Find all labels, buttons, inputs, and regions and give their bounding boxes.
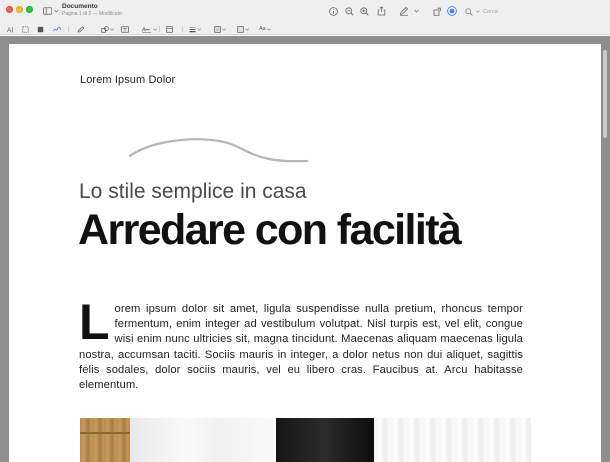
fill-color-icon [237,25,244,33]
border-style-icon [189,26,196,32]
zoom-in-button[interactable] [358,5,370,17]
document-title: Documento [62,3,98,10]
markup-toolbar: A Aa [0,23,610,35]
border-color-icon [214,25,221,33]
markup-toolbar-toggle[interactable] [446,5,458,17]
document-status: Pagina 1 di 2 — Modificato [62,11,122,17]
text-cursor-icon: A [7,26,13,33]
scribble-annotation[interactable] [127,134,309,166]
markup-circle-icon [447,6,457,16]
sidebar-toggle-button[interactable] [43,5,59,16]
chevron-down-icon [222,27,226,31]
zoom-out-button[interactable] [343,5,355,17]
body-paragraph: L orem ipsum dolor sit amet, ligula susp… [79,294,523,393]
document-headline: Arredare con facilità [78,206,462,254]
drop-cap: L [79,294,110,350]
toolbar-separator [68,26,69,32]
signature-tool[interactable] [142,25,157,33]
zoom-in-icon [359,6,369,16]
preview-window: Documento Pagina 1 di 2 — Modificato Cer… [0,0,610,462]
rectangle-select-icon [22,25,29,33]
sketch-tool[interactable] [53,25,61,33]
draw-tool[interactable] [77,25,85,33]
photo-wood-panel [80,418,130,462]
share-button[interactable] [375,5,387,17]
vertical-scrollbar[interactable] [603,50,607,138]
search-input[interactable] [483,8,543,15]
toolbar-separator [182,26,183,32]
toolbar-separator [159,26,160,32]
document-canvas[interactable]: Lorem Ipsum Dolor Lo stile semplice in c… [0,36,610,462]
photo-window-light [130,418,276,462]
document-page[interactable]: Lorem Ipsum Dolor Lo stile semplice in c… [9,44,601,462]
border-color-tool[interactable] [214,25,226,33]
sketch-icon [53,26,61,31]
search-icon [465,7,473,16]
chevron-down-icon [54,9,59,12]
minimize-window-button[interactable] [16,6,23,13]
markup-options-button[interactable] [413,5,420,17]
info-icon [328,6,338,16]
share-icon [377,6,385,16]
search-field[interactable] [465,6,543,17]
text-style-label: Aa [259,26,266,32]
title-bar: Documento Pagina 1 di 2 — Modificato [0,0,610,23]
rectangle-selection-tool[interactable] [22,25,29,33]
text-selection-tool[interactable]: A [7,25,14,33]
interior-photo [80,418,531,462]
redact-icon [37,26,44,32]
page-layout-tool[interactable] [166,25,173,33]
chevron-down-icon [110,27,114,31]
markup-pen-icon [399,6,409,16]
sidebar-icon [43,6,53,15]
fill-color-tool[interactable] [237,25,249,33]
rotate-button[interactable] [431,5,443,17]
close-window-button[interactable] [6,6,13,13]
chevron-down-icon [197,27,201,31]
body-text: orem ipsum dolor sit amet, ligula suspen… [79,303,523,392]
redact-tool[interactable] [37,25,44,33]
chevron-down-icon [153,27,157,31]
photo-curtain [374,418,531,462]
chevron-down-icon [245,27,249,31]
shapes-icon [101,25,109,33]
document-subtitle: Lo stile semplice in casa [79,180,307,203]
text-style-tool[interactable]: Aa [259,25,271,33]
maximize-window-button[interactable] [26,6,33,13]
chevron-down-icon [414,9,419,13]
shapes-tool[interactable] [101,25,114,33]
page-layout-icon [166,25,173,33]
zoom-out-icon [344,6,354,16]
info-button[interactable] [327,5,339,17]
chevron-down-icon [476,10,480,13]
svg-text:A: A [7,27,12,33]
markup-pen-button[interactable] [398,5,410,17]
border-style-tool[interactable] [189,25,201,33]
photo-wood-shelf [80,432,130,434]
signature-icon [142,27,151,33]
photo-dark-panel [276,418,374,462]
rotate-icon [433,7,441,16]
document-kicker: Lorem Ipsum Dolor [80,74,176,86]
text-box-tool[interactable] [121,25,129,33]
chevron-down-icon [266,27,271,31]
text-box-icon [121,25,129,33]
draw-icon [77,25,85,32]
